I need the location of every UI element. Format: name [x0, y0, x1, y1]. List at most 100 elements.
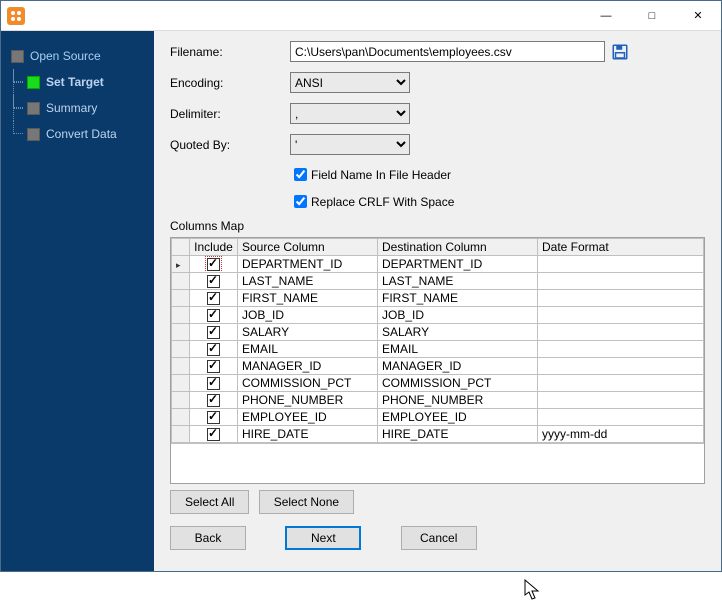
- row-header: [172, 324, 190, 341]
- col-dest[interactable]: Destination Column: [378, 239, 538, 256]
- field-name-header-checkbox[interactable]: [294, 168, 307, 181]
- row-header: [172, 256, 190, 273]
- save-file-button[interactable]: [609, 41, 631, 62]
- date-cell[interactable]: [538, 341, 704, 358]
- table-row[interactable]: PHONE_NUMBERPHONE_NUMBER: [172, 392, 704, 409]
- col-include[interactable]: Include: [190, 239, 238, 256]
- nav-label: Set Target: [46, 75, 104, 89]
- delimiter-label: Delimiter:: [170, 107, 290, 121]
- nav-set-target[interactable]: Set Target: [1, 69, 154, 95]
- columns-map-label: Columns Map: [170, 219, 705, 233]
- source-cell[interactable]: JOB_ID: [238, 307, 378, 324]
- filename-label: Filename:: [170, 45, 290, 59]
- encoding-select[interactable]: ANSI: [290, 72, 410, 93]
- include-cell[interactable]: [190, 324, 238, 341]
- source-cell[interactable]: FIRST_NAME: [238, 290, 378, 307]
- date-cell[interactable]: [538, 290, 704, 307]
- delimiter-select[interactable]: ,: [290, 103, 410, 124]
- replace-crlf-label: Replace CRLF With Space: [311, 195, 454, 209]
- date-cell[interactable]: [538, 358, 704, 375]
- dest-cell[interactable]: HIRE_DATE: [378, 426, 538, 443]
- back-button[interactable]: Back: [170, 526, 246, 550]
- wizard-sidebar: Open Source Set Target Summary Convert D…: [1, 31, 154, 571]
- mouse-cursor-icon: [524, 579, 542, 601]
- include-cell[interactable]: [190, 358, 238, 375]
- dest-cell[interactable]: JOB_ID: [378, 307, 538, 324]
- dest-cell[interactable]: LAST_NAME: [378, 273, 538, 290]
- cancel-button[interactable]: Cancel: [401, 526, 477, 550]
- source-cell[interactable]: LAST_NAME: [238, 273, 378, 290]
- table-row[interactable]: HIRE_DATEHIRE_DATEyyyy-mm-dd: [172, 426, 704, 443]
- date-cell[interactable]: [538, 375, 704, 392]
- source-cell[interactable]: EMPLOYEE_ID: [238, 409, 378, 426]
- select-all-button[interactable]: Select All: [170, 490, 249, 514]
- row-header: [172, 290, 190, 307]
- grid-corner: [172, 239, 190, 256]
- next-button[interactable]: Next: [285, 526, 361, 550]
- include-cell[interactable]: [190, 273, 238, 290]
- source-cell[interactable]: HIRE_DATE: [238, 426, 378, 443]
- nav-summary[interactable]: Summary: [1, 95, 154, 121]
- table-row[interactable]: DEPARTMENT_IDDEPARTMENT_ID: [172, 256, 704, 273]
- grid-blank-area: [171, 443, 704, 483]
- nav-label: Summary: [46, 101, 97, 115]
- table-row[interactable]: JOB_IDJOB_ID: [172, 307, 704, 324]
- include-cell[interactable]: [190, 375, 238, 392]
- date-cell[interactable]: [538, 307, 704, 324]
- close-button[interactable]: ✕: [675, 1, 721, 30]
- col-source[interactable]: Source Column: [238, 239, 378, 256]
- row-header: [172, 341, 190, 358]
- date-cell[interactable]: [538, 273, 704, 290]
- dest-cell[interactable]: EMPLOYEE_ID: [378, 409, 538, 426]
- date-cell[interactable]: yyyy-mm-dd: [538, 426, 704, 443]
- source-cell[interactable]: SALARY: [238, 324, 378, 341]
- dest-cell[interactable]: COMMISSION_PCT: [378, 375, 538, 392]
- table-row[interactable]: LAST_NAMELAST_NAME: [172, 273, 704, 290]
- dest-cell[interactable]: SALARY: [378, 324, 538, 341]
- include-cell[interactable]: [190, 341, 238, 358]
- source-cell[interactable]: EMAIL: [238, 341, 378, 358]
- source-cell[interactable]: PHONE_NUMBER: [238, 392, 378, 409]
- table-row[interactable]: EMAILEMAIL: [172, 341, 704, 358]
- row-header: [172, 426, 190, 443]
- dest-cell[interactable]: PHONE_NUMBER: [378, 392, 538, 409]
- dest-cell[interactable]: FIRST_NAME: [378, 290, 538, 307]
- columns-map-grid[interactable]: Include Source Column Destination Column…: [170, 237, 705, 484]
- date-cell[interactable]: [538, 324, 704, 341]
- quoted-select[interactable]: ': [290, 134, 410, 155]
- replace-crlf-checkbox[interactable]: [294, 195, 307, 208]
- titlebar[interactable]: — □ ✕: [1, 1, 721, 31]
- include-cell[interactable]: [190, 409, 238, 426]
- app-icon: [7, 7, 25, 25]
- table-row[interactable]: FIRST_NAMEFIRST_NAME: [172, 290, 704, 307]
- include-cell[interactable]: [190, 426, 238, 443]
- source-cell[interactable]: MANAGER_ID: [238, 358, 378, 375]
- table-row[interactable]: COMMISSION_PCTCOMMISSION_PCT: [172, 375, 704, 392]
- table-row[interactable]: SALARYSALARY: [172, 324, 704, 341]
- save-icon: [611, 43, 629, 61]
- include-cell[interactable]: [190, 307, 238, 324]
- maximize-button[interactable]: □: [629, 1, 675, 30]
- dest-cell[interactable]: MANAGER_ID: [378, 358, 538, 375]
- table-row[interactable]: EMPLOYEE_IDEMPLOYEE_ID: [172, 409, 704, 426]
- dest-cell[interactable]: EMAIL: [378, 341, 538, 358]
- table-row[interactable]: MANAGER_IDMANAGER_ID: [172, 358, 704, 375]
- source-cell[interactable]: DEPARTMENT_ID: [238, 256, 378, 273]
- filename-input[interactable]: [290, 41, 605, 62]
- include-cell[interactable]: [190, 392, 238, 409]
- date-cell[interactable]: [538, 392, 704, 409]
- minimize-button[interactable]: —: [583, 1, 629, 30]
- date-cell[interactable]: [538, 409, 704, 426]
- date-cell[interactable]: [538, 256, 704, 273]
- nav-convert-data[interactable]: Convert Data: [1, 121, 154, 147]
- include-cell[interactable]: [190, 290, 238, 307]
- nav-label: Open Source: [30, 49, 101, 63]
- select-none-button[interactable]: Select None: [259, 490, 354, 514]
- dest-cell[interactable]: DEPARTMENT_ID: [378, 256, 538, 273]
- main-panel: Filename: Encoding: ANSI Delimiter: , Qu…: [154, 31, 721, 571]
- include-cell[interactable]: [190, 256, 238, 273]
- row-header: [172, 392, 190, 409]
- nav-open-source[interactable]: Open Source: [1, 43, 154, 69]
- col-date[interactable]: Date Format: [538, 239, 704, 256]
- source-cell[interactable]: COMMISSION_PCT: [238, 375, 378, 392]
